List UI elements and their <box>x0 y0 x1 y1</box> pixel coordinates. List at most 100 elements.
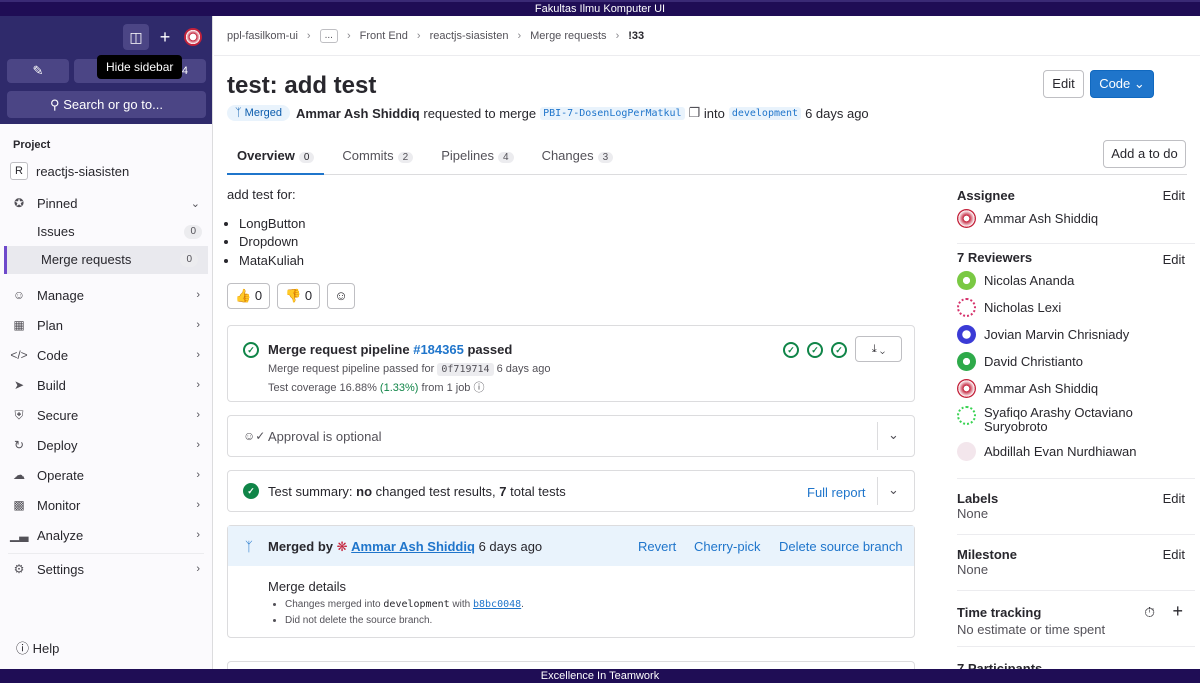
search-button[interactable]: ⚲ Search or go to... <box>7 91 206 118</box>
breadcrumb-item[interactable]: Front End <box>360 30 408 42</box>
pipeline-sha[interactable]: 0f719714 <box>437 363 494 376</box>
sidebar-item-pinned[interactable]: ✪ Pinned ⌄ <box>0 188 212 218</box>
deploy-icon: ↻ <box>13 438 25 452</box>
source-branch[interactable]: PBI-7-DosenLogPerMatkul <box>540 106 685 120</box>
search-icon: ⚲ <box>50 97 60 112</box>
revert-button[interactable]: Revert <box>638 539 676 554</box>
sidebar-item-code[interactable]: </> Code › <box>0 340 212 370</box>
chevron-down-icon[interactable]: ⌄ <box>888 482 899 498</box>
project-link[interactable]: R reactjs-siasisten <box>0 154 212 188</box>
sidebar-item-secure[interactable]: ⛨ Secure › <box>0 400 212 430</box>
chevron-down-icon: ⌄ <box>879 343 886 355</box>
assignee-label: Assignee <box>957 188 1015 203</box>
sidebar-item-settings[interactable]: ⚙ Settings › <box>0 554 212 584</box>
help-button[interactable]: ⓘ Help <box>16 638 59 657</box>
edit-button[interactable]: Edit <box>1043 70 1084 98</box>
sidebar-item-merge-requests[interactable]: Merge requests 0 <box>4 246 208 274</box>
section-label: Project <box>13 139 51 151</box>
sidebar-toggle-icon[interactable]: ◫ <box>123 24 149 50</box>
plus-icon[interactable]: + <box>1172 601 1183 622</box>
breadcrumb-item[interactable]: Merge requests <box>530 30 606 42</box>
stage-passed-icon[interactable]: ✓ <box>831 342 847 358</box>
calendar-icon: ▦ <box>13 318 25 332</box>
reviewer-name: Syafiqo Arashy Octaviano Suryobroto <box>984 405 1133 434</box>
author-name[interactable]: Ammar Ash Shiddiq <box>296 106 420 121</box>
sidebar-item-operate[interactable]: ☁ Operate › <box>0 460 212 490</box>
reviewer-name: Nicolas Ananda <box>984 272 1075 288</box>
merged-by-user[interactable]: Ammar Ash Shiddiq <box>351 539 475 554</box>
approval-icon: ☺✓ <box>243 429 266 443</box>
sidebar-item-manage[interactable]: ☺ Manage › <box>0 280 212 310</box>
merge-commit-link[interactable]: b8bc0048 <box>473 599 521 610</box>
copy-icon[interactable]: ❐ <box>689 105 701 121</box>
list-item: Dropdown <box>239 233 306 252</box>
sidebar-item-issues[interactable]: Issues 0 <box>0 218 212 246</box>
stage-passed-icon[interactable]: ✓ <box>807 342 823 358</box>
labels-label: Labels <box>957 491 999 506</box>
sidebar-item-plan[interactable]: ▦ Plan › <box>0 310 212 340</box>
assignee-edit-button[interactable]: Edit <box>1163 188 1185 203</box>
chevron-right-icon: › <box>196 499 200 511</box>
pipeline-id-link[interactable]: #184365 <box>413 342 464 357</box>
merged-widget: ᛉ Merged by ❋ Ammar Ash Shiddiq 6 days a… <box>227 525 915 638</box>
chevron-right-icon: › <box>196 439 200 451</box>
reviewer-item[interactable]: Syafiqo Arashy Octaviano Suryobroto <box>957 406 1195 434</box>
left-sidebar: ◫ + Hide sidebar ✎ 44 ⚲ Search or go to.… <box>0 16 213 669</box>
avatar <box>957 298 976 317</box>
assignee-user[interactable]: Ammar Ash Shiddiq <box>957 209 1195 228</box>
breadcrumb-item[interactable]: ppl-fasilkom-ui <box>227 30 298 42</box>
sidebar-item-label: Settings <box>37 561 84 577</box>
reviewer-item[interactable]: David Christianto <box>957 352 1195 371</box>
reviewer-item[interactable]: Abdillah Evan Nurdhiawan <box>957 442 1195 461</box>
description-list: LongButton Dropdown MataKuliah <box>239 215 306 271</box>
help-label: Help <box>32 641 60 656</box>
issues-shortcut-button[interactable]: ✎ <box>7 59 69 83</box>
user-avatar[interactable] <box>184 28 202 46</box>
create-new-icon[interactable]: + <box>157 24 173 50</box>
sidebar-item-deploy[interactable]: ↻ Deploy › <box>0 430 212 460</box>
tab-changes[interactable]: Changes 3 <box>532 138 624 175</box>
add-reaction-button[interactable]: ☺ <box>327 283 355 309</box>
list-item: MataKuliah <box>239 252 306 271</box>
breadcrumb-current[interactable]: !33 <box>628 30 644 42</box>
reviewer-item[interactable]: Nicolas Ananda <box>957 271 1195 290</box>
stage-passed-icon[interactable]: ✓ <box>783 342 799 358</box>
labels-edit-button[interactable]: Edit <box>1163 491 1185 506</box>
hide-sidebar-tooltip: Hide sidebar <box>97 55 183 79</box>
sidebar-item-build[interactable]: ➤ Build › <box>0 370 212 400</box>
tab-overview[interactable]: Overview 0 <box>227 138 325 175</box>
reviewer-item[interactable]: Jovian Marvin Chrisniady <box>957 325 1195 344</box>
detail-branch: development <box>383 599 450 610</box>
reviewer-item[interactable]: Nicholas Lexi <box>957 298 1195 317</box>
monitor-icon: ▩ <box>13 498 25 512</box>
sidebar-item-label: Monitor <box>37 497 81 513</box>
breadcrumb-item[interactable]: reactjs-siasisten <box>430 30 509 42</box>
chevron-right-icon: › <box>196 289 200 301</box>
test-changed-text: changed test results, <box>375 484 496 499</box>
tab-commits[interactable]: Commits 2 <box>332 138 423 175</box>
thumbs-up-button[interactable]: 👍 0 <box>227 283 271 309</box>
sidebar-item-analyze[interactable]: ▁▃ Analyze › <box>0 520 212 550</box>
reviewer-item[interactable]: Ammar Ash Shiddiq <box>957 379 1195 398</box>
breadcrumb-ellipsis-button[interactable]: ... <box>319 28 338 43</box>
chevron-down-icon[interactable]: ⌄ <box>888 427 899 443</box>
milestone-edit-button[interactable]: Edit <box>1163 547 1185 562</box>
delete-source-branch-button[interactable]: Delete source branch <box>779 539 903 554</box>
add-todo-button[interactable]: Add a to do <box>1103 140 1186 168</box>
download-artifacts-button[interactable]: ⤓ ⌄ <box>855 336 902 362</box>
tab-pipelines[interactable]: Pipelines 4 <box>431 138 523 175</box>
bottom-banner: Excellence In Teamwork <box>0 669 1200 683</box>
test-summary-label: Test summary: <box>268 484 353 499</box>
reviewers-block: 7 Reviewers Edit Nicolas Ananda Nicholas… <box>957 244 1195 479</box>
full-report-link[interactable]: Full report <box>807 485 866 500</box>
reviewers-edit-button[interactable]: Edit <box>1163 252 1185 267</box>
thumbs-down-button[interactable]: 👎 0 <box>277 283 321 309</box>
reviewer-name: Ammar Ash Shiddiq <box>984 380 1099 396</box>
code-dropdown-button[interactable]: Code ⌄ <box>1090 70 1154 98</box>
sidebar-item-monitor[interactable]: ▩ Monitor › <box>0 490 212 520</box>
question-icon[interactable]: ⓘ <box>474 382 485 394</box>
target-branch[interactable]: development <box>728 106 802 120</box>
tab-label: Overview <box>237 148 295 163</box>
stopwatch-icon[interactable]: ⏱ <box>1144 604 1155 621</box>
cherry-pick-button[interactable]: Cherry-pick <box>694 539 760 554</box>
